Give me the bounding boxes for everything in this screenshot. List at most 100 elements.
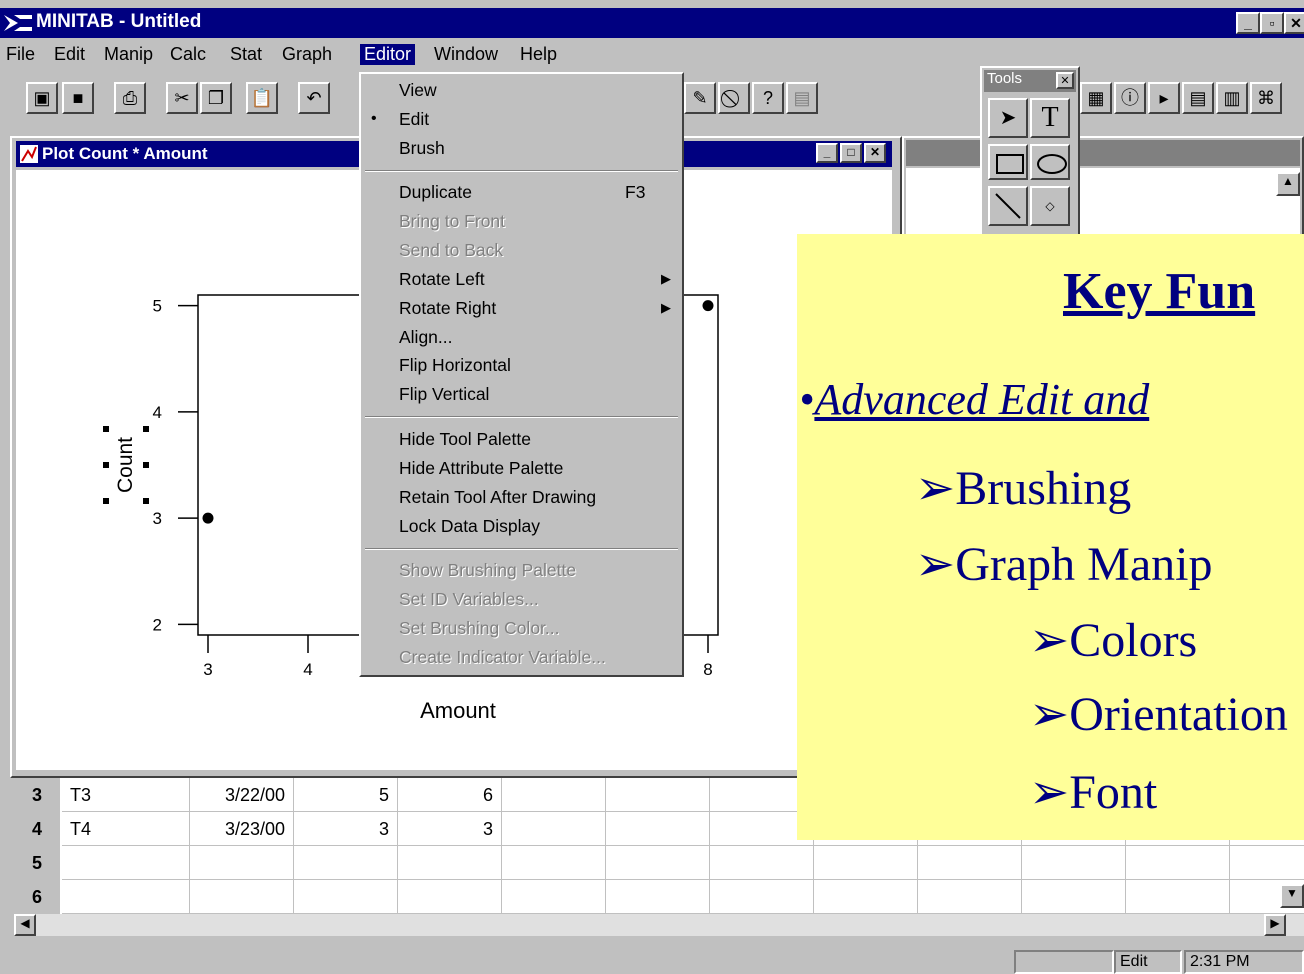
menu-item-view[interactable]: View (399, 80, 437, 101)
menu-manip[interactable]: Manip (100, 44, 157, 65)
table-cell[interactable] (1126, 880, 1230, 914)
row-header[interactable]: 5 (14, 846, 60, 881)
menu-item-send-to-back[interactable]: Send to Back (399, 240, 503, 261)
table-cell[interactable] (814, 846, 918, 880)
menu-item-flip-vertical[interactable]: Flip Vertical (399, 384, 489, 405)
polygon-tool-icon[interactable]: ◇ (1030, 186, 1070, 226)
table-cell[interactable] (1022, 880, 1126, 914)
table-cell[interactable] (398, 880, 502, 914)
table-cell[interactable] (710, 880, 814, 914)
menu-calc[interactable]: Calc (166, 44, 210, 65)
row-header[interactable]: 3 (14, 778, 60, 813)
table-cell[interactable] (710, 846, 814, 880)
plot-minimize-button[interactable]: _ (816, 143, 838, 163)
restore-button[interactable]: ▫ (1260, 12, 1284, 34)
menu-item-brush[interactable]: Brush (399, 138, 445, 159)
save-icon[interactable]: ■ (62, 82, 94, 114)
table-cell[interactable] (1126, 846, 1230, 880)
menu-item-show-brushing-palette[interactable]: Show Brushing Palette (399, 560, 576, 581)
menu-edit[interactable]: Edit (50, 44, 89, 65)
table-cell[interactable]: T4 (62, 812, 190, 846)
menu-item-lock-data-display[interactable]: Lock Data Display (399, 516, 540, 537)
info-icon[interactable]: ⓘ (1114, 82, 1146, 114)
copy-icon[interactable]: ❐ (200, 82, 232, 114)
horizontal-scrollbar[interactable]: ◀ ▶ (14, 914, 1304, 936)
table-cell[interactable] (398, 846, 502, 880)
menu-item-set-id-variables[interactable]: Set ID Variables... (399, 589, 539, 610)
table-cell[interactable] (62, 846, 190, 880)
table-cell[interactable]: 3/23/00 (190, 812, 294, 846)
menu-item-hide-attribute-palette[interactable]: Hide Attribute Palette (399, 458, 563, 479)
table-cell[interactable]: 3 (398, 812, 502, 846)
menu-item-set-brushing-color[interactable]: Set Brushing Color... (399, 618, 560, 639)
table-cell[interactable] (190, 880, 294, 914)
table-cell[interactable] (606, 778, 710, 812)
scroll-down-icon[interactable]: ▼ (1280, 884, 1304, 908)
paste-icon[interactable]: 📋 (246, 82, 278, 114)
scroll-left-icon[interactable]: ◀ (14, 914, 36, 936)
close-button[interactable]: ✕ (1284, 12, 1304, 34)
table-cell[interactable] (606, 812, 710, 846)
menu-window[interactable]: Window (430, 44, 502, 65)
worksheet-icon[interactable]: ▥ (1216, 82, 1248, 114)
menu-item-duplicate[interactable]: Duplicate (399, 182, 472, 203)
table-cell[interactable] (502, 846, 606, 880)
menu-item-hide-tool-palette[interactable]: Hide Tool Palette (399, 429, 531, 450)
table-cell[interactable] (502, 880, 606, 914)
menu-stat[interactable]: Stat (226, 44, 266, 65)
menu-graph[interactable]: Graph (278, 44, 336, 65)
table-cell[interactable] (502, 812, 606, 846)
disabled-icon[interactable]: ▤ (786, 82, 818, 114)
history-icon[interactable]: ⌘ (1250, 82, 1282, 114)
table-cell[interactable] (1230, 846, 1304, 880)
table-cell[interactable] (814, 880, 918, 914)
ellipse-tool-icon[interactable] (1030, 144, 1070, 180)
table-cell[interactable] (606, 846, 710, 880)
menu-item-retain-tool[interactable]: Retain Tool After Drawing (399, 487, 596, 508)
menu-item-rotate-right[interactable]: Rotate Right (399, 298, 496, 319)
menu-item-bring-to-front[interactable]: Bring to Front (399, 211, 505, 232)
menu-item-edit[interactable]: Edit (399, 109, 429, 130)
table-cell[interactable]: 6 (398, 778, 502, 812)
pointer-tool-icon[interactable]: ➤ (988, 98, 1028, 138)
table-cell[interactable] (502, 778, 606, 812)
cancel-icon[interactable]: ⃠ (718, 82, 750, 114)
table-cell[interactable] (294, 880, 398, 914)
table-cell[interactable] (1022, 846, 1126, 880)
table-cell[interactable] (294, 846, 398, 880)
cut-icon[interactable]: ✂ (166, 82, 198, 114)
menu-help[interactable]: Help (516, 44, 561, 65)
text-tool-icon[interactable]: T (1030, 98, 1070, 138)
help-icon[interactable]: ? (752, 82, 784, 114)
tool-palette-close-button[interactable]: ✕ (1056, 72, 1074, 89)
line-tool-icon[interactable] (988, 186, 1028, 226)
scroll-right-icon[interactable]: ▶ (1264, 914, 1286, 936)
table-cell[interactable] (190, 846, 294, 880)
table-cell[interactable] (606, 880, 710, 914)
table-cell[interactable]: T3 (62, 778, 190, 812)
table-cell[interactable]: 3/22/00 (190, 778, 294, 812)
plot-close-button[interactable]: ✕ (864, 143, 886, 163)
open-icon[interactable]: ▣ (26, 82, 58, 114)
row-header[interactable]: 4 (14, 812, 60, 847)
table-cell[interactable]: 5 (294, 778, 398, 812)
menu-item-rotate-left[interactable]: Rotate Left (399, 269, 485, 290)
session-icon[interactable]: ▸ (1148, 82, 1180, 114)
menu-file[interactable]: File (2, 44, 39, 65)
table-cell[interactable] (918, 880, 1022, 914)
rectangle-tool-icon[interactable] (988, 144, 1028, 180)
menu-item-create-indicator-variable[interactable]: Create Indicator Variable... (399, 647, 606, 668)
menu-item-align[interactable]: Align... (399, 327, 453, 348)
menu-editor[interactable]: Editor (360, 44, 416, 65)
row-header[interactable]: 6 (14, 880, 60, 915)
report-icon[interactable]: ▤ (1182, 82, 1214, 114)
scroll-up-icon[interactable]: ▲ (1276, 172, 1300, 196)
undo-icon[interactable]: ↶ (298, 82, 330, 114)
edit-pencil-icon[interactable]: ✎ (684, 82, 716, 114)
table-cell[interactable]: 3 (294, 812, 398, 846)
plot-maximize-button[interactable]: □ (840, 143, 862, 163)
menu-item-flip-horizontal[interactable]: Flip Horizontal (399, 355, 511, 376)
graph-icon[interactable]: ▦ (1080, 82, 1112, 114)
minimize-button[interactable]: _ (1236, 12, 1260, 34)
table-cell[interactable] (62, 880, 190, 914)
